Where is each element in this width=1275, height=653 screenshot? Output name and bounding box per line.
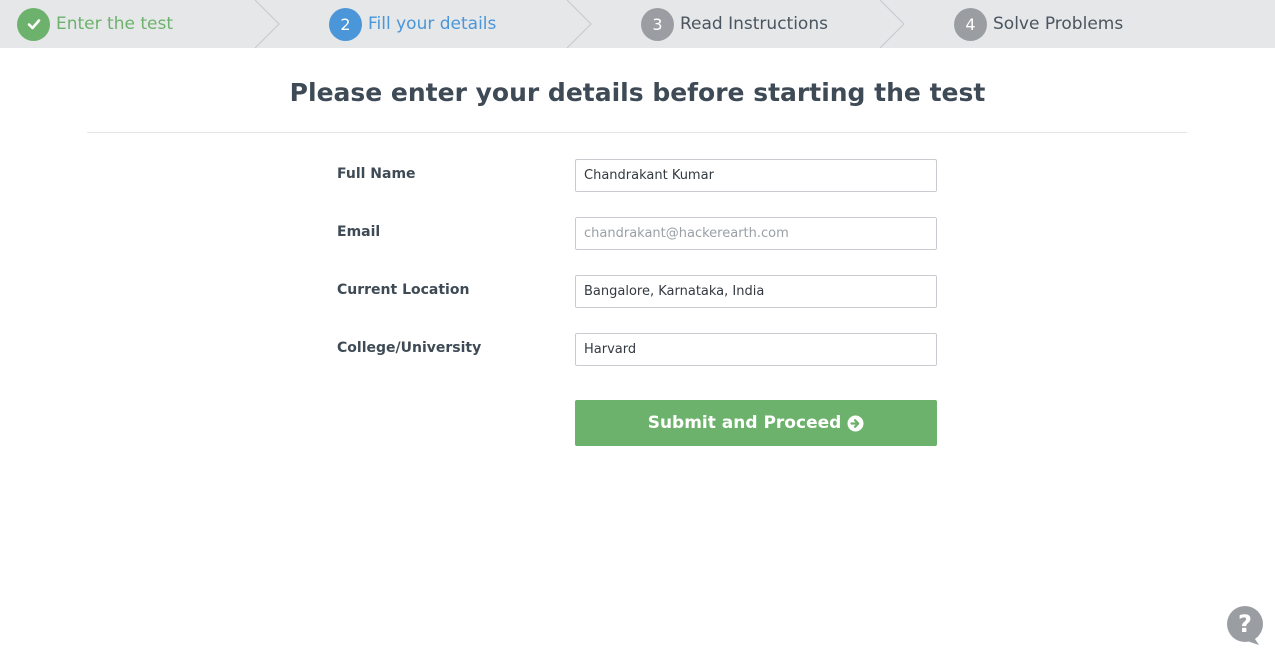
page-title: Please enter your details before startin… xyxy=(289,78,986,107)
step-read-instructions: 3 Read Instructions xyxy=(641,0,828,48)
email-label: Email xyxy=(337,224,381,240)
step-fill-details: 2 Fill your details xyxy=(329,0,496,48)
form-row-email: Email xyxy=(337,217,937,250)
current-location-input[interactable] xyxy=(575,275,937,308)
step-complete-circle xyxy=(17,7,50,41)
step-number: 3 xyxy=(641,7,674,41)
check-icon xyxy=(27,19,40,30)
step-label: Read Instructions xyxy=(680,14,828,34)
step-label: Enter the test xyxy=(56,14,173,34)
svg-text:?: ? xyxy=(1238,610,1252,638)
question-bubble-icon: ? xyxy=(1227,606,1263,645)
progress-stepper: Enter the test 2 Fill your details 3 Rea… xyxy=(0,0,1275,48)
step-enter-test: Enter the test xyxy=(17,0,173,48)
submit-button-label: Submit and Proceed xyxy=(647,413,842,433)
step-label: Fill your details xyxy=(368,14,497,34)
divider xyxy=(87,132,1187,133)
full-name-label: Full Name xyxy=(337,166,416,182)
college-label: College/University xyxy=(337,340,482,356)
arrow-circle-right-icon xyxy=(847,415,864,432)
form-row-location: Current Location xyxy=(337,275,937,308)
step-separator xyxy=(566,0,592,48)
step-number: 4 xyxy=(954,7,987,41)
step-label: Solve Problems xyxy=(993,14,1124,34)
current-location-label: Current Location xyxy=(337,282,470,298)
step-separator xyxy=(254,0,280,48)
step-separator xyxy=(879,0,905,48)
form-row-college: College/University xyxy=(337,333,937,366)
college-input[interactable] xyxy=(575,333,937,366)
help-button[interactable]: ? xyxy=(1226,606,1264,646)
submit-and-proceed-button[interactable]: Submit and Proceed xyxy=(575,400,937,446)
email-input[interactable] xyxy=(575,217,937,250)
full-name-input[interactable] xyxy=(575,159,937,192)
step-number: 2 xyxy=(329,7,362,41)
form-row-full-name: Full Name xyxy=(337,159,937,192)
step-solve-problems: 4 Solve Problems xyxy=(954,0,1123,48)
